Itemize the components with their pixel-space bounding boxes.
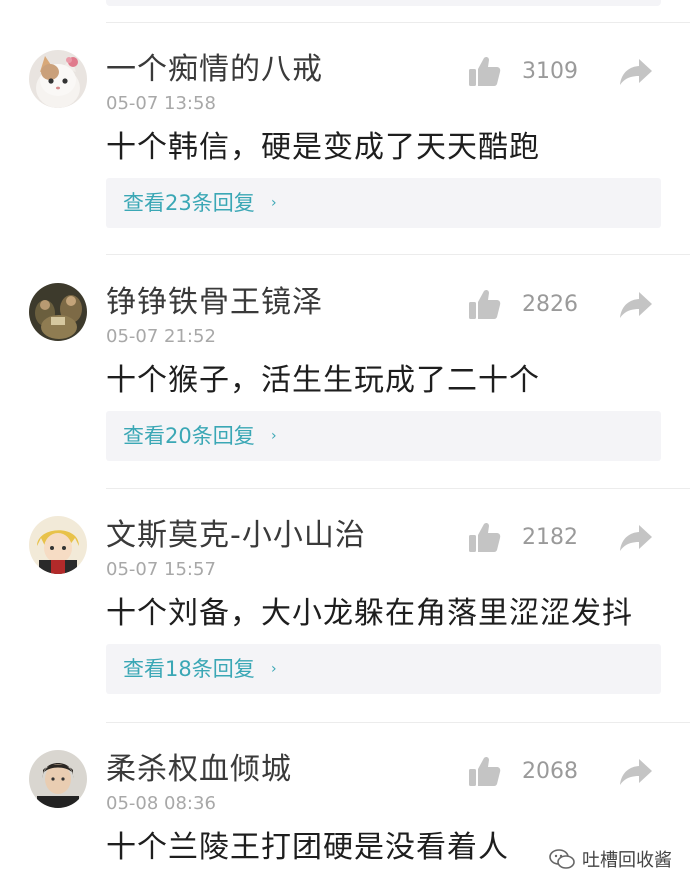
photo-avatar[interactable] xyxy=(29,283,87,341)
divider xyxy=(106,722,690,723)
thumbs-up-icon[interactable] xyxy=(466,754,502,790)
view-replies-label: 查看23条回复 xyxy=(123,191,255,215)
comment-text: 十个猴子，活生生玩成了二十个 xyxy=(106,363,540,398)
like-count: 3109 xyxy=(522,59,578,84)
chevron-right-icon: › xyxy=(271,661,277,677)
username[interactable]: 一个痴情的八戒 xyxy=(106,50,323,90)
previous-reply-box-edge xyxy=(106,0,661,6)
divider xyxy=(106,254,690,255)
view-replies-button[interactable]: 查看20条回复 › xyxy=(106,411,661,461)
share-arrow-icon[interactable] xyxy=(618,289,654,321)
share-arrow-icon[interactable] xyxy=(618,522,654,554)
view-replies-label: 查看20条回复 xyxy=(123,424,255,448)
share-arrow-icon[interactable] xyxy=(618,756,654,788)
username[interactable]: 文斯莫克-小小山治 xyxy=(106,516,366,556)
portrait-avatar[interactable] xyxy=(29,750,87,808)
cat-avatar[interactable] xyxy=(29,50,87,108)
wechat-icon xyxy=(549,849,575,869)
watermark: 吐槽回收酱 xyxy=(548,844,672,874)
chevron-right-icon: › xyxy=(271,195,277,211)
divider xyxy=(106,488,690,489)
timestamp: 05-07 15:57 xyxy=(106,559,216,580)
thumbs-up-icon[interactable] xyxy=(466,54,502,90)
username[interactable]: 柔杀权血倾城 xyxy=(106,750,292,790)
comment-text: 十个刘备，大小龙躲在角落里涩涩发抖 xyxy=(106,596,633,631)
username[interactable]: 铮铮铁骨王镜泽 xyxy=(106,283,323,323)
watermark-label: 吐槽回收酱 xyxy=(582,850,672,871)
timestamp: 05-07 13:58 xyxy=(106,93,216,114)
view-replies-button[interactable]: 查看18条回复 › xyxy=(106,644,661,694)
chevron-right-icon: › xyxy=(271,428,277,444)
comment-text: 十个韩信，硬是变成了天天酷跑 xyxy=(106,130,540,165)
like-count: 2068 xyxy=(522,759,578,784)
thumbs-up-icon[interactable] xyxy=(466,520,502,556)
share-arrow-icon[interactable] xyxy=(618,56,654,88)
view-replies-label: 查看18条回复 xyxy=(123,657,255,681)
divider xyxy=(106,22,690,23)
thumbs-up-icon[interactable] xyxy=(466,287,502,323)
timestamp: 05-08 08:36 xyxy=(106,793,216,814)
view-replies-button[interactable]: 查看23条回复 › xyxy=(106,178,661,228)
like-count: 2182 xyxy=(522,525,578,550)
comment-text: 十个兰陵王打团硬是没看着人 xyxy=(106,830,509,865)
timestamp: 05-07 21:52 xyxy=(106,326,216,347)
like-count: 2826 xyxy=(522,292,578,317)
anime-avatar[interactable] xyxy=(29,516,87,574)
